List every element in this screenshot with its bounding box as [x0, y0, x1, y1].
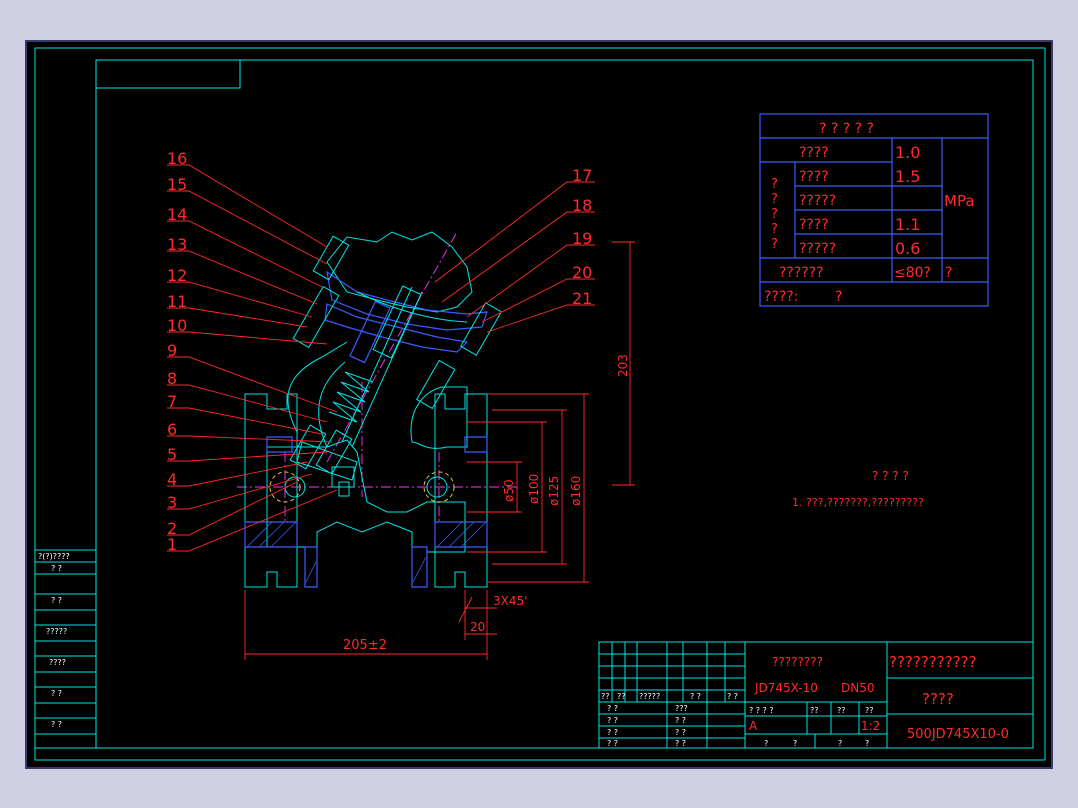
tb-header-cell: ??	[601, 692, 610, 701]
tb-sign-cell: ? ?	[675, 739, 686, 748]
dimension-chamfer: 3X45'	[493, 594, 527, 608]
spec-side-label: ?	[771, 192, 778, 207]
dimension-diameter-50: ø50	[502, 479, 516, 502]
tb-sign-cell: ? ?	[675, 716, 686, 725]
spec-medium-value: ?	[835, 289, 842, 305]
dimension-diameter-125: ø125	[547, 476, 561, 506]
left-strip-row: ? ?	[51, 689, 62, 698]
spec-temp-value: ≤80?	[894, 265, 931, 281]
part-number-label: 5	[167, 445, 177, 464]
tb-sign-cell: ? ?	[607, 739, 618, 748]
left-strip-row: ? ?	[51, 720, 62, 729]
drawing-canvas: ?(?)???? ? ? ? ? ????? ???? ? ? ? ? 16 1…	[34, 47, 1046, 761]
spec-side-label: ?	[771, 177, 778, 192]
spec-row-label: ?????	[799, 241, 836, 257]
tb-bottom-cell: ?	[838, 739, 842, 748]
part-number-label: 20	[572, 263, 592, 282]
tb-header-cell: ?????	[639, 692, 660, 701]
tb-header-cell: ? ?	[727, 692, 738, 701]
product-name: ????????	[772, 655, 823, 669]
part-number-label: 8	[167, 369, 177, 388]
spec-row-label: ?????	[799, 193, 836, 209]
left-strip-row: ? ?	[51, 564, 62, 573]
part-number-label: 19	[572, 229, 592, 248]
dimension-203: 203	[616, 354, 630, 377]
dimension-20: 20	[470, 620, 485, 634]
part-number-label: 21	[572, 289, 592, 308]
spec-row-value: 1.5	[895, 167, 920, 186]
scale-header: ??	[865, 706, 874, 715]
part-number-label: 15	[167, 175, 187, 194]
tb-sign-cell: ???	[675, 704, 688, 713]
scale-header: ??	[837, 706, 846, 715]
nominal-size: DN50	[841, 681, 875, 695]
part-number-label: 6	[167, 420, 177, 439]
spec-table: ? ? ? ? ? ???? 1.0 ???? 1.5 ????? ???? 1…	[759, 113, 989, 307]
spec-row-value: 1.1	[895, 215, 920, 234]
dimension-diameter-100: ø100	[527, 474, 541, 504]
spec-medium-label: ????:	[764, 289, 798, 305]
part-number-label: 1	[167, 535, 177, 554]
spec-side-label: ?	[771, 207, 778, 222]
scale-value: 1:2	[861, 719, 880, 733]
spec-unit: MPa	[944, 192, 975, 210]
left-strip-header: ?(?)????	[38, 552, 70, 561]
part-number-label: 16	[167, 149, 187, 168]
part-number-label: 4	[167, 470, 177, 489]
dimension-diameter-160: ø160	[569, 476, 583, 506]
part-number-label: 11	[167, 292, 187, 311]
model-number: JD745X-10	[754, 681, 818, 695]
notes-title: ? ? ? ?	[872, 469, 909, 483]
drawing-name: ????	[922, 690, 954, 708]
spec-temp-label: ??????	[779, 265, 824, 281]
part-number-label: 12	[167, 266, 187, 285]
tb-bottom-cell: ?	[764, 739, 768, 748]
tb-sign-cell: ? ?	[607, 716, 618, 725]
cad-viewport[interactable]: ?(?)???? ? ? ? ? ????? ???? ? ? ? ? 16 1…	[25, 40, 1053, 769]
scale-header: ??	[810, 706, 819, 715]
tb-sign-cell: ? ?	[607, 728, 618, 737]
left-strip-row: ? ?	[51, 596, 62, 605]
spec-temp-unit: ?	[945, 265, 952, 281]
tb-header-cell: ? ?	[690, 692, 701, 701]
left-strip-row: ????	[49, 658, 66, 667]
spec-table-title: ? ? ? ? ?	[819, 121, 874, 137]
part-number-label: 13	[167, 235, 187, 254]
stage-mark: A	[749, 719, 758, 733]
tb-sign-cell: ? ?	[675, 728, 686, 737]
tb-bottom-cell: ?	[793, 739, 797, 748]
part-number-label: 10	[167, 316, 187, 335]
notes-line: 1. ???,???????,?????????	[792, 496, 924, 509]
technical-notes: ? ? ? ? 1. ???,???????,?????????	[792, 469, 924, 509]
left-strip-row: ?????	[46, 627, 67, 636]
spec-row-value: 1.0	[895, 143, 920, 162]
tb-bottom-cell: ?	[865, 739, 869, 748]
left-revision-strip: ?(?)???? ? ? ? ? ????? ???? ? ? ? ?	[34, 549, 97, 749]
scale-header: ? ? ? ?	[749, 706, 774, 715]
part-number-label: 9	[167, 341, 177, 360]
spec-row-label: ????	[799, 169, 829, 185]
title-block: ???????? JD745X-10 DN50 ??????????? ????…	[598, 641, 1034, 749]
part-number-label: 3	[167, 493, 177, 512]
spec-row-label: ????	[799, 217, 829, 233]
tb-header-cell: ??	[617, 692, 626, 701]
part-number-label: 7	[167, 392, 177, 411]
spec-row-value: 0.6	[895, 239, 920, 258]
spec-row-label: ????	[799, 145, 829, 161]
spec-side-label: ?	[771, 222, 778, 237]
part-number-label: 17	[572, 166, 592, 185]
spec-side-label: ?	[771, 237, 778, 252]
part-number-label: 18	[572, 196, 592, 215]
tb-sign-cell: ? ?	[607, 704, 618, 713]
dimension-205: 205±2	[343, 638, 387, 653]
company-name: ???????????	[889, 653, 977, 671]
drawing-number: 500JD745X10-0	[907, 727, 1009, 742]
part-number-label: 14	[167, 205, 187, 224]
